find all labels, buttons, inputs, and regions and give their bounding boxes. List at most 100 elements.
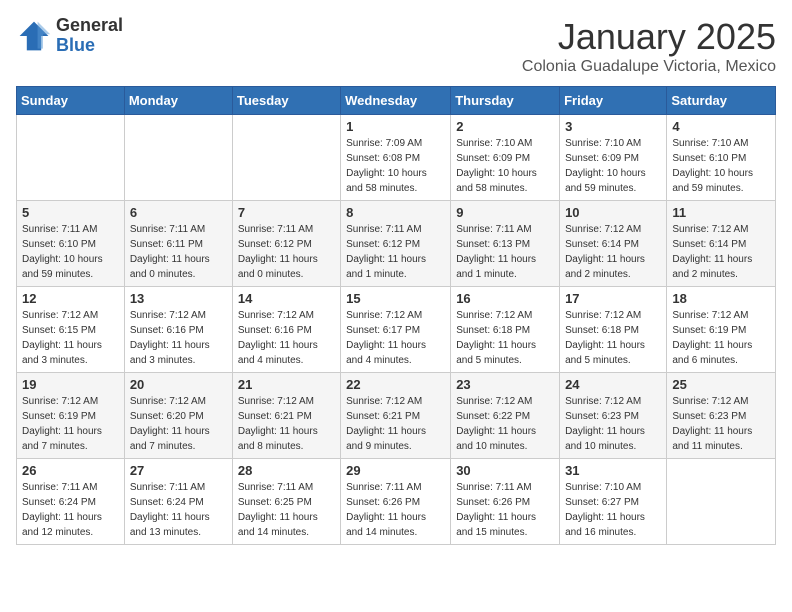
day-cell: 9Sunrise: 7:11 AM Sunset: 6:13 PM Daylig… — [451, 201, 560, 287]
day-info: Sunrise: 7:12 AM Sunset: 6:18 PM Dayligh… — [456, 308, 554, 368]
day-cell: 2 Sunrise: 7:10 AM Sunset: 6:09 PM Daylig… — [451, 115, 560, 201]
weekday-header-saturday: Saturday — [667, 87, 776, 115]
page-header: General Blue January 2025 Colonia Guadal… — [16, 16, 776, 76]
day-cell: 3Sunrise: 7:10 AM Sunset: 6:09 PM Daylig… — [560, 115, 667, 201]
day-cell: 21 Sunrise: 7:12 AM Sunset: 6:21 PM Dayli… — [232, 373, 340, 459]
day-cell: 22 Sunrise: 7:12 AM Sunset: 6:21 PM Dayli… — [341, 373, 451, 459]
day-cell: 31 Sunrise: 7:10 AM Sunset: 6:27 PM Dayli… — [560, 459, 667, 545]
day-cell: 16 Sunrise: 7:12 AM Sunset: 6:18 PM Dayli… — [451, 287, 560, 373]
day-info: Sunrise: 7:10 AM Sunset: 6:09 PM Dayligh… — [456, 136, 554, 196]
week-row-3: 12Sunrise: 7:12 AM Sunset: 6:15 PM Dayli… — [17, 287, 776, 373]
day-cell: 26Sunrise: 7:11 AM Sunset: 6:24 PM Dayli… — [17, 459, 125, 545]
week-row-1: 1 Sunrise: 7:09 AM Sunset: 6:08 PM Daylig… — [17, 115, 776, 201]
day-number: 11 — [672, 205, 770, 220]
day-number: 31 — [565, 463, 661, 478]
day-info: Sunrise: 7:10 AM Sunset: 6:10 PM Dayligh… — [672, 136, 770, 196]
day-number: 28 — [238, 463, 335, 478]
day-cell: 20 Sunrise: 7:12 AM Sunset: 6:20 PM Dayli… — [124, 373, 232, 459]
day-cell: 14Sunrise: 7:12 AM Sunset: 6:16 PM Dayli… — [232, 287, 340, 373]
day-info: Sunrise: 7:11 AM Sunset: 6:12 PM Dayligh… — [238, 222, 335, 282]
day-cell: 1 Sunrise: 7:09 AM Sunset: 6:08 PM Daylig… — [341, 115, 451, 201]
day-info: Sunrise: 7:10 AM Sunset: 6:27 PM Dayligh… — [565, 480, 661, 540]
day-number: 15 — [346, 291, 445, 306]
day-info: Sunrise: 7:12 AM Sunset: 6:19 PM Dayligh… — [22, 394, 119, 454]
day-cell — [124, 115, 232, 201]
day-cell: 28 Sunrise: 7:11 AM Sunset: 6:25 PM Dayli… — [232, 459, 340, 545]
day-number: 21 — [238, 377, 335, 392]
day-info: Sunrise: 7:12 AM Sunset: 6:16 PM Dayligh… — [238, 308, 335, 368]
day-info: Sunrise: 7:11 AM Sunset: 6:12 PM Dayligh… — [346, 222, 445, 282]
day-cell: 17Sunrise: 7:12 AM Sunset: 6:18 PM Dayli… — [560, 287, 667, 373]
day-number: 5 — [22, 205, 119, 220]
day-cell: 11 Sunrise: 7:12 AM Sunset: 6:14 PM Dayli… — [667, 201, 776, 287]
day-info: Sunrise: 7:12 AM Sunset: 6:20 PM Dayligh… — [130, 394, 227, 454]
day-info: Sunrise: 7:12 AM Sunset: 6:21 PM Dayligh… — [238, 394, 335, 454]
title-block: January 2025 Colonia Guadalupe Victoria,… — [522, 16, 776, 76]
day-number: 16 — [456, 291, 554, 306]
day-cell: 6 Sunrise: 7:11 AM Sunset: 6:11 PM Daylig… — [124, 201, 232, 287]
day-cell: 30Sunrise: 7:11 AM Sunset: 6:26 PM Dayli… — [451, 459, 560, 545]
day-number: 19 — [22, 377, 119, 392]
day-cell: 13 Sunrise: 7:12 AM Sunset: 6:16 PM Dayli… — [124, 287, 232, 373]
day-info: Sunrise: 7:12 AM Sunset: 6:14 PM Dayligh… — [672, 222, 770, 282]
day-cell: 29 Sunrise: 7:11 AM Sunset: 6:26 PM Dayli… — [341, 459, 451, 545]
day-cell — [232, 115, 340, 201]
logo-blue-text: Blue — [56, 36, 123, 56]
day-number: 27 — [130, 463, 227, 478]
day-info: Sunrise: 7:12 AM Sunset: 6:16 PM Dayligh… — [130, 308, 227, 368]
logo-text: General Blue — [56, 16, 123, 56]
day-number: 24 — [565, 377, 661, 392]
weekday-header-tuesday: Tuesday — [232, 87, 340, 115]
location-text: Colonia Guadalupe Victoria, Mexico — [522, 58, 776, 76]
day-info: Sunrise: 7:09 AM Sunset: 6:08 PM Dayligh… — [346, 136, 445, 196]
week-row-4: 19 Sunrise: 7:12 AM Sunset: 6:19 PM Dayli… — [17, 373, 776, 459]
logo-general-text: General — [56, 16, 123, 36]
day-number: 1 — [346, 119, 445, 134]
month-title: January 2025 — [522, 16, 776, 58]
logo: General Blue — [16, 16, 123, 56]
day-number: 22 — [346, 377, 445, 392]
day-info: Sunrise: 7:12 AM Sunset: 6:17 PM Dayligh… — [346, 308, 445, 368]
day-number: 29 — [346, 463, 445, 478]
day-cell — [667, 459, 776, 545]
day-cell: 19 Sunrise: 7:12 AM Sunset: 6:19 PM Dayli… — [17, 373, 125, 459]
day-number: 13 — [130, 291, 227, 306]
day-number: 6 — [130, 205, 227, 220]
day-cell: 27 Sunrise: 7:11 AM Sunset: 6:24 PM Dayli… — [124, 459, 232, 545]
day-number: 8 — [346, 205, 445, 220]
day-cell: 7 Sunrise: 7:11 AM Sunset: 6:12 PM Daylig… — [232, 201, 340, 287]
logo-icon — [16, 18, 52, 54]
day-info: Sunrise: 7:11 AM Sunset: 6:10 PM Dayligh… — [22, 222, 119, 282]
day-number: 12 — [22, 291, 119, 306]
day-cell: 18Sunrise: 7:12 AM Sunset: 6:19 PM Dayli… — [667, 287, 776, 373]
day-info: Sunrise: 7:10 AM Sunset: 6:09 PM Dayligh… — [565, 136, 661, 196]
weekday-header-sunday: Sunday — [17, 87, 125, 115]
day-info: Sunrise: 7:11 AM Sunset: 6:26 PM Dayligh… — [456, 480, 554, 540]
day-cell: 8 Sunrise: 7:11 AM Sunset: 6:12 PM Daylig… — [341, 201, 451, 287]
day-info: Sunrise: 7:11 AM Sunset: 6:11 PM Dayligh… — [130, 222, 227, 282]
week-row-2: 5 Sunrise: 7:11 AM Sunset: 6:10 PM Daylig… — [17, 201, 776, 287]
weekday-header-row: SundayMondayTuesdayWednesdayThursdayFrid… — [17, 87, 776, 115]
day-info: Sunrise: 7:11 AM Sunset: 6:26 PM Dayligh… — [346, 480, 445, 540]
day-number: 10 — [565, 205, 661, 220]
day-info: Sunrise: 7:11 AM Sunset: 6:25 PM Dayligh… — [238, 480, 335, 540]
day-info: Sunrise: 7:12 AM Sunset: 6:14 PM Dayligh… — [565, 222, 661, 282]
day-cell — [17, 115, 125, 201]
day-info: Sunrise: 7:12 AM Sunset: 6:21 PM Dayligh… — [346, 394, 445, 454]
day-cell: 5 Sunrise: 7:11 AM Sunset: 6:10 PM Daylig… — [17, 201, 125, 287]
day-number: 2 — [456, 119, 554, 134]
day-cell: 10 Sunrise: 7:12 AM Sunset: 6:14 PM Dayli… — [560, 201, 667, 287]
calendar-table: SundayMondayTuesdayWednesdayThursdayFrid… — [16, 86, 776, 545]
day-number: 20 — [130, 377, 227, 392]
day-info: Sunrise: 7:12 AM Sunset: 6:23 PM Dayligh… — [565, 394, 661, 454]
weekday-header-wednesday: Wednesday — [341, 87, 451, 115]
day-number: 7 — [238, 205, 335, 220]
day-info: Sunrise: 7:11 AM Sunset: 6:24 PM Dayligh… — [130, 480, 227, 540]
day-cell: 25Sunrise: 7:12 AM Sunset: 6:23 PM Dayli… — [667, 373, 776, 459]
day-info: Sunrise: 7:12 AM Sunset: 6:23 PM Dayligh… — [672, 394, 770, 454]
weekday-header-monday: Monday — [124, 87, 232, 115]
day-info: Sunrise: 7:11 AM Sunset: 6:24 PM Dayligh… — [22, 480, 119, 540]
day-cell: 12Sunrise: 7:12 AM Sunset: 6:15 PM Dayli… — [17, 287, 125, 373]
day-info: Sunrise: 7:11 AM Sunset: 6:13 PM Dayligh… — [456, 222, 554, 282]
day-cell: 15 Sunrise: 7:12 AM Sunset: 6:17 PM Dayli… — [341, 287, 451, 373]
